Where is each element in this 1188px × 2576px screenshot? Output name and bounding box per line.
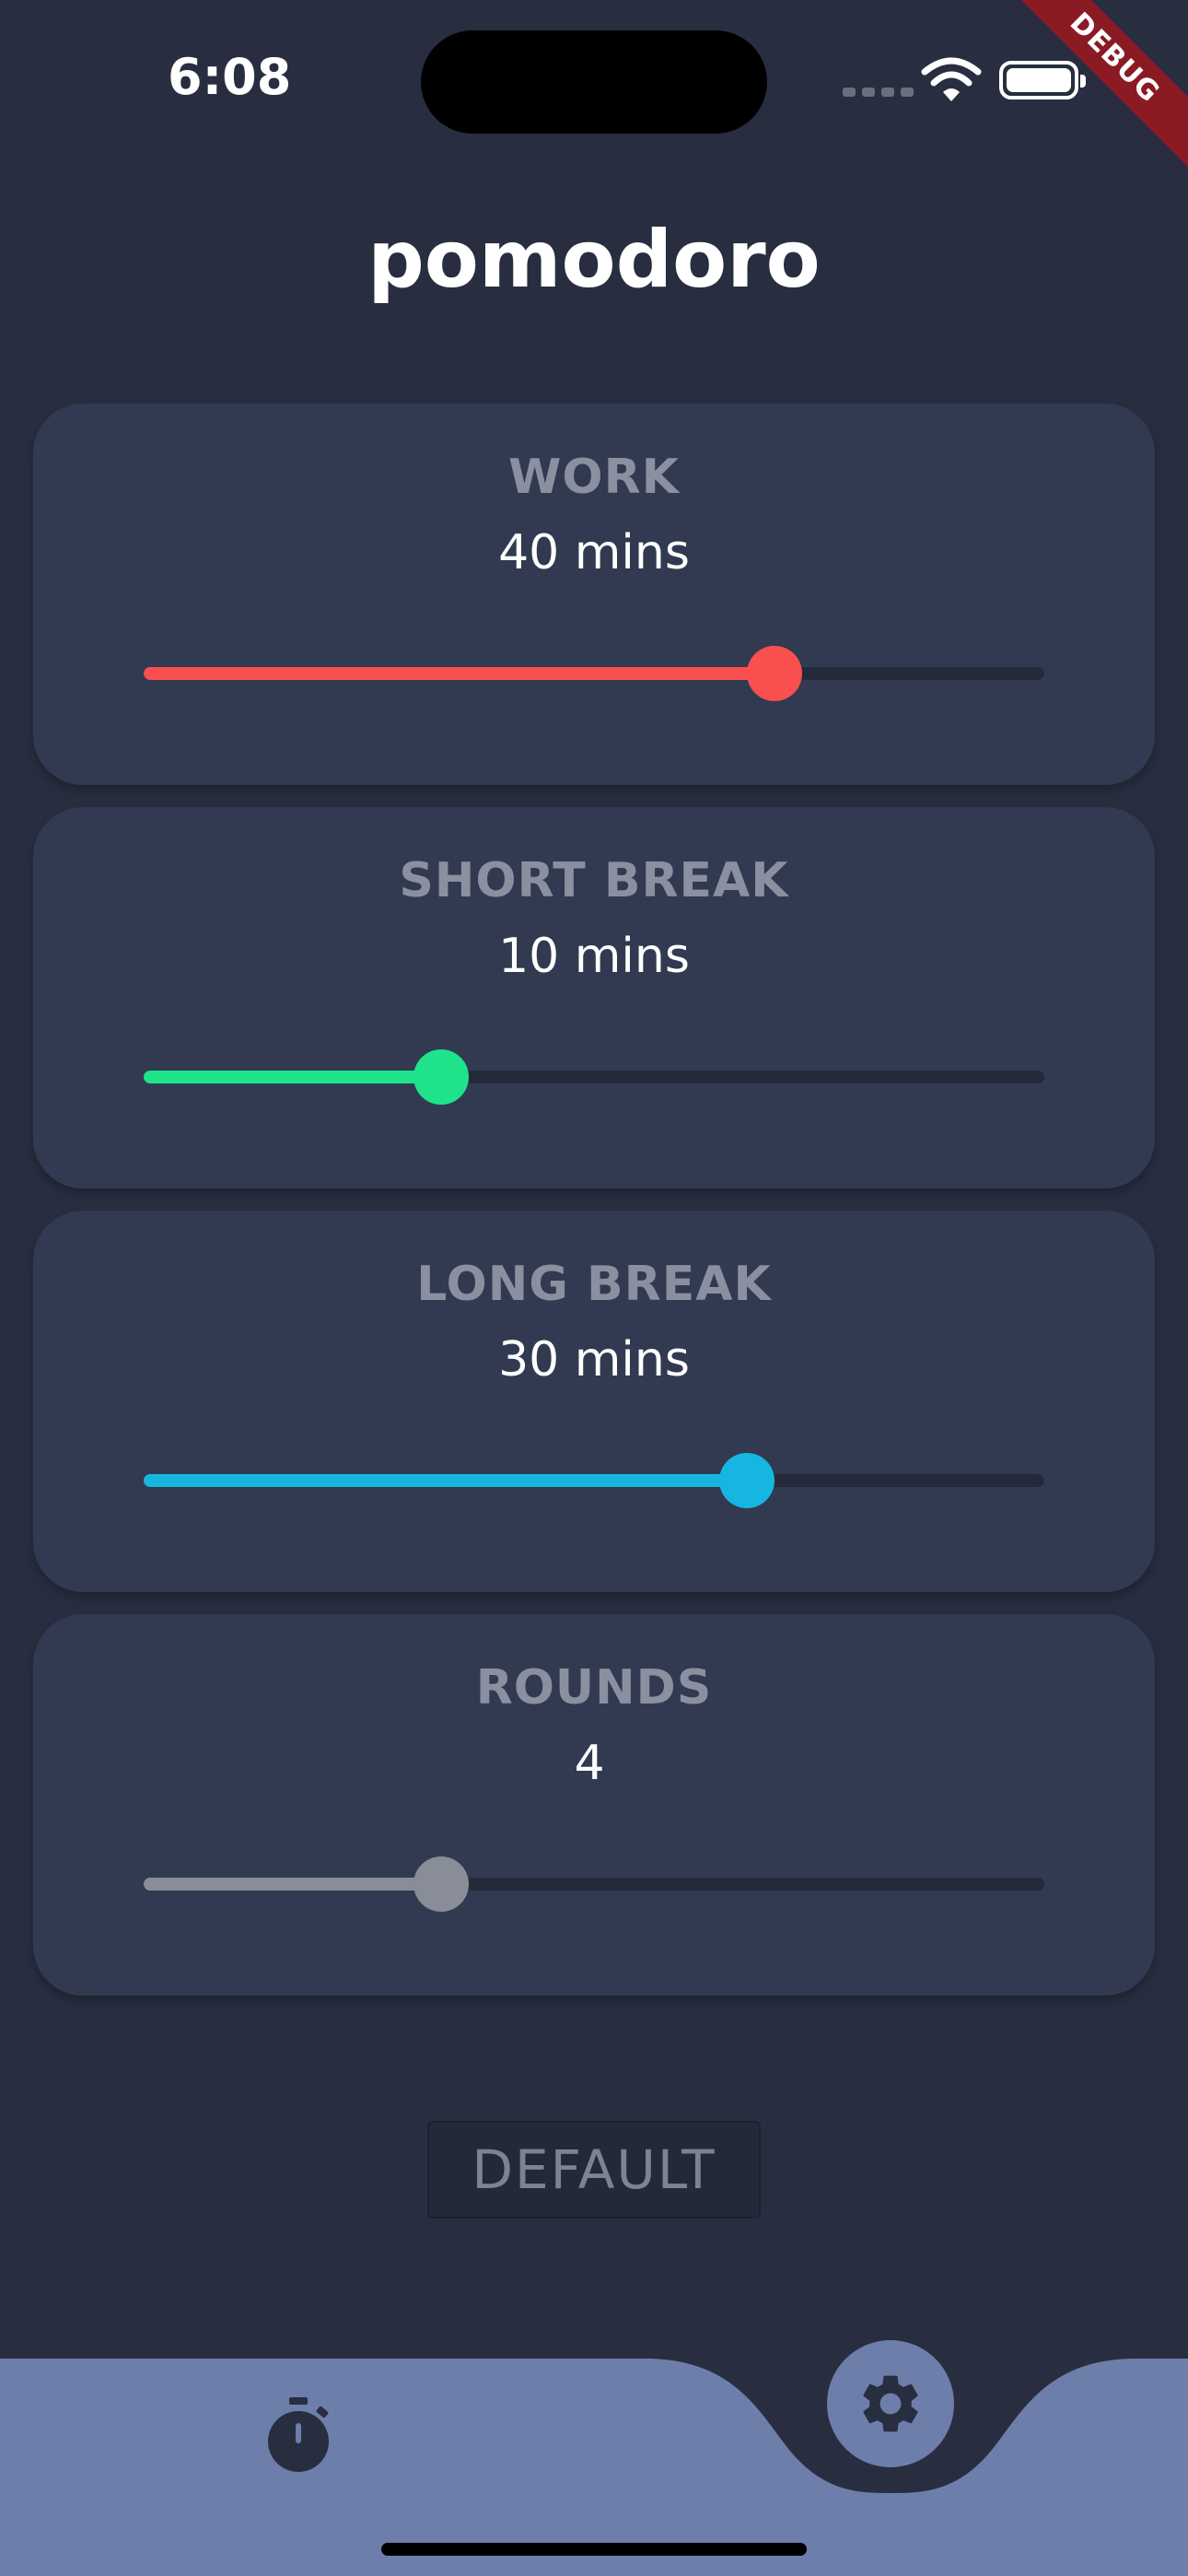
default-button[interactable]: DEFAULT: [427, 2121, 761, 2219]
long-break-label: LONG BREAK: [416, 1257, 772, 1312]
short-break-label: SHORT BREAK: [399, 853, 789, 908]
work-slider-fill: [144, 667, 775, 680]
work-value: 40 mins: [498, 525, 690, 580]
short-break-slider-thumb[interactable]: [413, 1049, 469, 1105]
cellular-signal-icon: [843, 88, 914, 97]
work-slider[interactable]: [144, 646, 1044, 701]
work-label: WORK: [508, 450, 680, 505]
long-break-slider-fill: [144, 1474, 748, 1487]
status-time: 6:08: [168, 48, 292, 106]
long-break-slider[interactable]: [144, 1453, 1044, 1508]
rounds-value: 4: [574, 1736, 605, 1791]
short-break-slider-fill: [144, 1071, 441, 1083]
timer-icon[interactable]: [263, 2397, 333, 2475]
rounds-label: ROUNDS: [475, 1660, 713, 1715]
rounds-slider-fill: [144, 1878, 441, 1891]
dynamic-island: [421, 30, 767, 134]
wifi-icon: [921, 57, 982, 101]
short-break-card: SHORT BREAK 10 mins: [33, 807, 1155, 1188]
home-indicator: [381, 2543, 807, 2556]
rounds-slider[interactable]: [144, 1856, 1044, 1912]
long-break-value: 30 mins: [498, 1332, 690, 1388]
gear-icon: [863, 2375, 918, 2432]
rounds-slider-thumb[interactable]: [413, 1856, 469, 1912]
page-title: pomodoro: [367, 214, 821, 306]
settings-tab-button[interactable]: [827, 2340, 954, 2467]
rounds-card: ROUNDS 4: [33, 1614, 1155, 1996]
short-break-slider[interactable]: [144, 1049, 1044, 1105]
long-break-card: LONG BREAK 30 mins: [33, 1211, 1155, 1592]
long-break-slider-thumb[interactable]: [719, 1453, 775, 1508]
work-slider-thumb[interactable]: [746, 646, 802, 701]
work-card: WORK 40 mins: [33, 404, 1155, 785]
battery-icon: [999, 61, 1086, 100]
short-break-value: 10 mins: [498, 929, 690, 984]
